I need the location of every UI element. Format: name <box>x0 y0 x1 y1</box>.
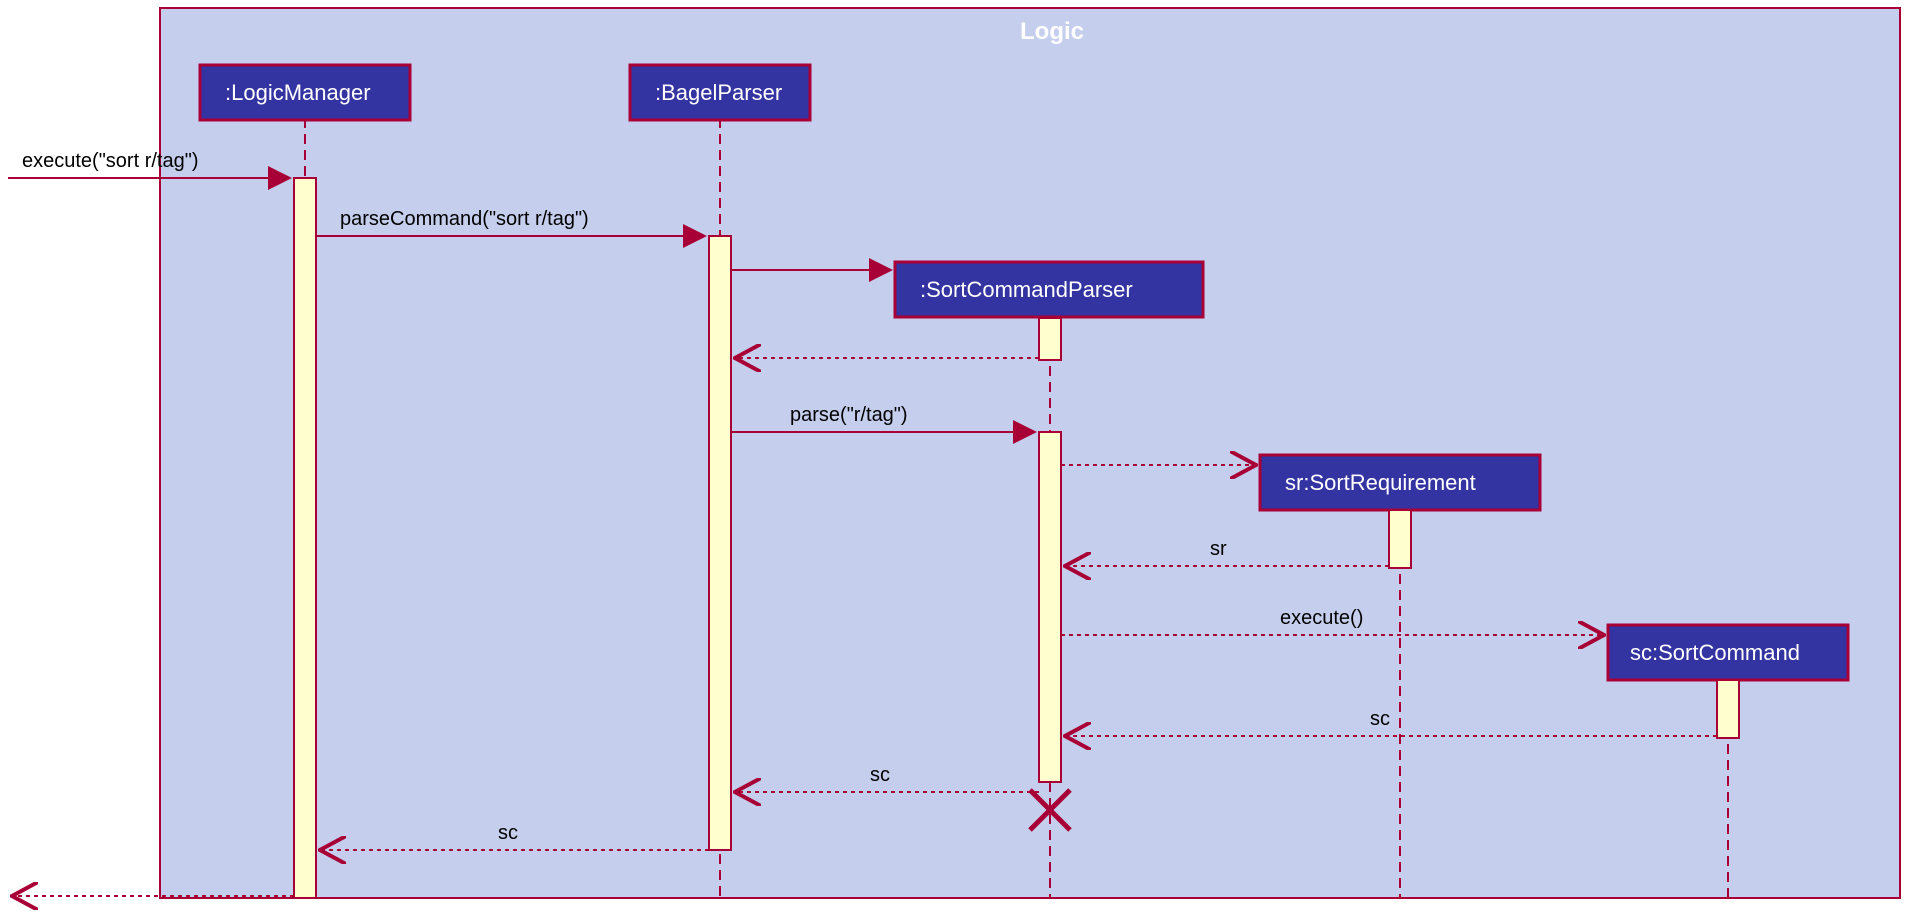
activation-sort-command-parser-2 <box>1039 432 1061 782</box>
msg-label-sc3: sc <box>498 822 518 845</box>
activation-logic-manager <box>294 178 316 898</box>
msg-label-parse-command: parseCommand("sort r/tag") <box>340 208 589 231</box>
msg-label-parse: parse("r/tag") <box>790 404 908 427</box>
label-sort-command-parser: :SortCommandParser <box>920 277 1133 303</box>
activation-sort-command <box>1717 680 1739 738</box>
frame-logic <box>160 8 1900 898</box>
msg-label-sr: sr <box>1210 538 1227 561</box>
label-sort-command: sc:SortCommand <box>1630 640 1800 666</box>
label-sort-requirement: sr:SortRequirement <box>1285 470 1476 496</box>
frame-title: Logic <box>1020 18 1084 46</box>
label-logic-manager: :LogicManager <box>225 80 371 106</box>
diagram-svg <box>0 0 1908 913</box>
activation-bagel-parser <box>709 236 731 850</box>
label-bagel-parser: :BagelParser <box>655 80 782 106</box>
msg-label-sc2: sc <box>870 764 890 787</box>
msg-label-execute-in: execute("sort r/tag") <box>22 150 198 173</box>
msg-label-execute-call: execute() <box>1280 607 1363 630</box>
activation-sort-command-parser-1 <box>1039 318 1061 360</box>
sequence-diagram: Logic :LogicManager :BagelParser :SortCo… <box>0 0 1908 913</box>
activation-sort-requirement <box>1389 510 1411 568</box>
msg-label-sc1: sc <box>1370 708 1390 731</box>
